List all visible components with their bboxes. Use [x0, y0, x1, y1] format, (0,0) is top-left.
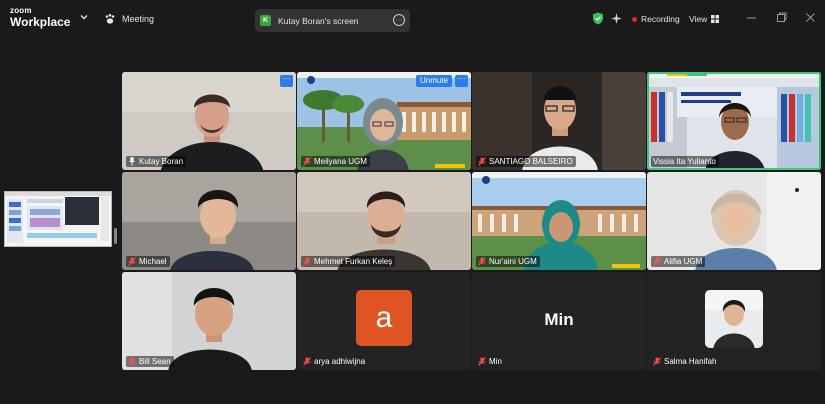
video-tile[interactable]: ··· Kutay Boran — [122, 72, 296, 170]
participant-name-label: Nur'aini UGM — [476, 256, 540, 267]
title-bar: zoom Workplace Meeting K Kutay Boran's s… — [0, 0, 825, 36]
record-dot-icon — [632, 16, 637, 22]
logo-line1: zoom — [10, 6, 32, 15]
meeting-label: Meeting — [122, 14, 155, 24]
participant-name-label: Mehmet Furkan Keleş — [301, 256, 396, 267]
participant-name-label: Min — [476, 356, 505, 367]
mic-muted-icon — [128, 257, 136, 266]
mic-muted-icon — [478, 357, 486, 366]
video-tile[interactable]: Alifia UGM — [647, 172, 821, 270]
screen-share-indicator[interactable]: K Kutay Boran's screen ··· — [255, 9, 410, 32]
video-tile[interactable]: SANTIAGO BALSEIRO — [472, 72, 646, 170]
tile-more-button[interactable]: ··· — [280, 75, 293, 87]
mic-muted-icon — [303, 257, 311, 266]
mic-muted-icon — [478, 157, 486, 166]
zoom-window: zoom Workplace Meeting K Kutay Boran's s… — [0, 0, 825, 404]
maximize-icon[interactable] — [776, 12, 787, 23]
screen-share-label: Kutay Boran's screen — [278, 15, 359, 26]
view-menu[interactable]: View — [689, 14, 720, 24]
participant-name-label: Salma Hanifah — [651, 356, 719, 367]
logo-line2: Workplace — [10, 15, 71, 29]
participant-name-label: Kutay Boran — [126, 156, 187, 167]
thumbnail-resize-handle[interactable] — [114, 228, 117, 244]
mic-muted-icon — [478, 257, 486, 266]
participant-name-label: Bill Sean — [126, 356, 174, 367]
avatar — [705, 290, 763, 348]
close-icon[interactable] — [805, 12, 816, 23]
shield-check-icon[interactable] — [592, 12, 604, 25]
video-tile[interactable]: Mehmet Furkan Keleş — [297, 172, 471, 270]
grid-view-icon — [711, 15, 720, 23]
participant-name-label: Vissia Ita Yulianto — [651, 156, 719, 167]
meeting-menu[interactable]: Meeting — [104, 12, 154, 26]
video-tile-off[interactable]: Min Min — [472, 272, 646, 370]
participant-name-label: SANTIAGO BALSEIRO — [476, 156, 576, 167]
pin-icon — [129, 157, 135, 166]
video-tile-off[interactable]: Salma Hanifah — [647, 272, 821, 370]
participant-name-label: Michael — [126, 256, 170, 267]
video-tile[interactable]: Bill Sean — [122, 272, 296, 370]
mic-muted-icon — [128, 357, 136, 366]
avatar: a — [356, 290, 412, 346]
video-tile[interactable]: Michael — [122, 172, 296, 270]
ai-companion-icon[interactable] — [611, 13, 622, 24]
mic-muted-icon — [653, 357, 661, 366]
video-tile-off[interactable]: a arya adhiwijna — [297, 272, 471, 370]
shared-screen-thumbnail[interactable] — [4, 191, 112, 247]
participant-name-label: Meilyana UGM — [301, 156, 370, 167]
sharer-initial-badge: K — [260, 15, 271, 26]
recording-label: Recording — [641, 14, 680, 24]
view-label: View — [689, 14, 708, 24]
paw-icon — [105, 13, 115, 24]
avatar-name-text: Min — [544, 310, 574, 329]
recording-indicator[interactable]: Recording — [632, 14, 680, 24]
participant-name-label: Alifia UGM — [651, 256, 706, 267]
mic-muted-icon — [303, 357, 311, 366]
zoom-logo: zoom Workplace — [10, 6, 71, 29]
participant-name-label: arya adhiwijna — [301, 356, 368, 367]
video-tile-active-speaker[interactable]: Vissia Ita Yulianto — [647, 72, 821, 170]
mic-muted-icon — [653, 257, 661, 266]
tile-more-button[interactable]: ··· — [455, 75, 468, 87]
mic-muted-icon — [303, 157, 311, 166]
chevron-down-icon[interactable] — [79, 12, 89, 22]
minimize-icon[interactable] — [746, 12, 757, 23]
unmute-button[interactable]: Unmute — [415, 75, 452, 87]
video-tile[interactable]: Unmute ··· Meilyana UGM — [297, 72, 471, 170]
video-tile[interactable]: Nur'aini UGM — [472, 172, 646, 270]
ellipsis-circle-icon[interactable]: ··· — [393, 14, 405, 26]
